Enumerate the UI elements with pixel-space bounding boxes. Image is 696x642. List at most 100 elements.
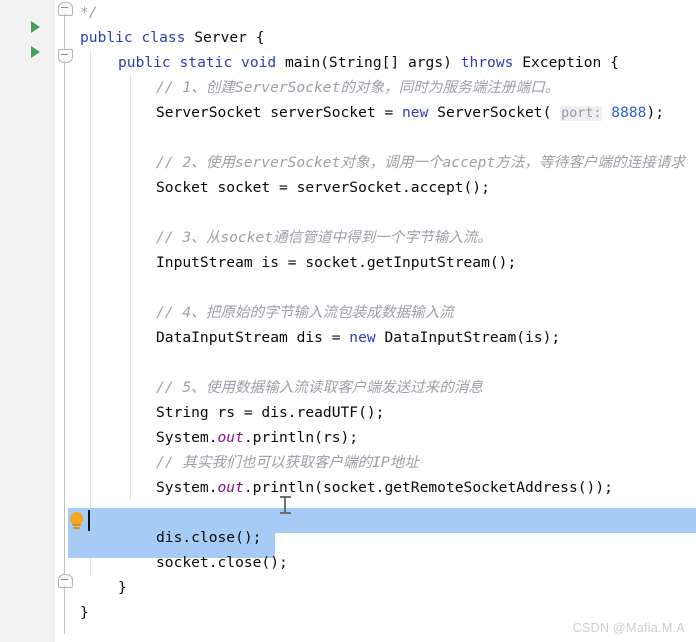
code-line-text: } — [118, 575, 127, 600]
token-cmt: // 2、使用serverSocket对象，调用一个accept方法，等待客户端… — [156, 154, 685, 171]
text-caret — [88, 510, 90, 531]
code-line-text: // 3、从socket通信管道中得到一个字节输入流。 — [156, 225, 492, 250]
code-line-text: // 其实我们也可以获取客户端的IP地址 — [156, 450, 419, 475]
code-line-text: ServerSocket serverSocket = new ServerSo… — [156, 100, 664, 126]
token-kw: new — [402, 104, 429, 121]
code-line[interactable]: socket.close(); — [80, 550, 696, 575]
token-kw: static — [179, 54, 233, 71]
token-kw: void — [241, 54, 277, 71]
fold-connector-top — [64, 14, 65, 49]
token-plain: String rs = dis.readUTF(); — [156, 404, 385, 421]
code-line-text: dis.close(); — [156, 525, 261, 550]
code-line[interactable]: dis.close(); — [80, 525, 696, 550]
token-cmt: */ — [80, 4, 98, 21]
code-editor[interactable]: */public class Server {public static voi… — [0, 0, 696, 642]
fold-connector-bottom — [64, 586, 65, 634]
run-main-method-arrow[interactable] — [31, 46, 40, 58]
token-cmt: // 3、从socket通信管道中得到一个字节输入流。 — [156, 229, 492, 246]
code-line[interactable]: // 1、创建ServerSocket的对象，同时为服务端注册端口。 — [80, 75, 696, 100]
code-line[interactable]: public static void main(String[] args) t… — [80, 50, 696, 75]
watermark: CSDN @Mafia.M.A — [572, 621, 685, 635]
code-line-text: public class Server { — [80, 25, 265, 50]
code-line-text: public static void main(String[] args) t… — [118, 50, 619, 75]
mouse-ibeam-cursor — [280, 496, 291, 514]
token-num: 8888 — [611, 104, 647, 121]
token-plain: } — [80, 604, 89, 621]
code-line[interactable]: ServerSocket serverSocket = new ServerSo… — [80, 100, 696, 125]
code-line[interactable]: */ — [80, 0, 696, 25]
token-plain: Exception { — [513, 54, 619, 71]
token-cmt: // 1、创建ServerSocket的对象，同时为服务端注册端口。 — [156, 79, 560, 96]
code-line[interactable] — [80, 125, 696, 150]
token-fld: out — [217, 479, 244, 496]
token-plain: DataInputStream dis = — [156, 329, 350, 346]
code-line-text: } — [80, 600, 89, 625]
code-line-text: // 1、创建ServerSocket的对象，同时为服务端注册端口。 — [156, 75, 559, 100]
token-cmt: // 其实我们也可以获取客户端的IP地址 — [156, 454, 419, 471]
token-kw: public — [80, 29, 133, 46]
code-line[interactable]: // 5、使用数据输入流读取客户端发送过来的消息 — [80, 375, 696, 400]
token-hint: port: — [560, 106, 603, 121]
code-content[interactable]: */public class Server {public static voi… — [80, 0, 696, 642]
code-line-text: System.out.println(socket.getRemoteSocke… — [156, 475, 613, 500]
code-line-text: // 4、把原始的字节输入流包装成数据输入流 — [156, 300, 454, 325]
fold-marker-method-start[interactable] — [58, 49, 73, 63]
code-line[interactable] — [80, 275, 696, 300]
code-line-text: Socket socket = serverSocket.accept(); — [156, 175, 490, 200]
code-line[interactable] — [80, 350, 696, 375]
token-cmt: // 4、把原始的字节输入流包装成数据输入流 — [156, 304, 454, 321]
token-kw: class — [141, 29, 186, 46]
token-fld: out — [217, 429, 244, 446]
token-plain: DataInputStream(is); — [375, 329, 561, 346]
code-line-text: // 2、使用serverSocket对象，调用一个accept方法，等待客户端… — [156, 150, 685, 175]
code-line[interactable]: DataInputStream dis = new DataInputStrea… — [80, 325, 696, 350]
token-plain: System. — [156, 429, 218, 446]
token-plain: dis.close(); — [156, 529, 262, 546]
code-line[interactable]: // 2、使用serverSocket对象，调用一个accept方法，等待客户端… — [80, 150, 696, 175]
token-plain: .println(rs); — [243, 429, 359, 446]
run-class-arrow[interactable] — [31, 21, 40, 33]
fold-marker-comment-end[interactable] — [58, 2, 73, 16]
fold-marker-method-end[interactable] — [58, 574, 73, 588]
token-kw: public — [118, 54, 171, 71]
editor-gutter[interactable] — [0, 0, 55, 642]
token-plain: ServerSocket serverSocket = — [156, 104, 403, 121]
code-line[interactable]: // 4、把原始的字节输入流包装成数据输入流 — [80, 300, 696, 325]
code-line-text: socket.close(); — [156, 550, 288, 575]
code-line-text: String rs = dis.readUTF(); — [156, 400, 384, 425]
token-plain: Server { — [185, 29, 265, 46]
code-line-text: System.out.println(rs); — [156, 425, 358, 450]
token-plain: ); — [646, 104, 665, 121]
token-cmt: // 5、使用数据输入流读取客户端发送过来的消息 — [156, 379, 484, 396]
token-kw: new — [349, 329, 376, 346]
code-line[interactable]: System.out.println(rs); — [80, 425, 696, 450]
token-plain: .println(socket.getRemoteSocketAddress()… — [243, 479, 613, 496]
code-line-text: */ — [80, 0, 98, 25]
code-line-text: InputStream is = socket.getInputStream()… — [156, 250, 516, 275]
token-plain: main(String[] args) — [276, 54, 461, 71]
token-plain: socket.close(); — [156, 554, 288, 571]
token-kw: throws — [460, 54, 514, 71]
code-line[interactable] — [80, 200, 696, 225]
code-line[interactable] — [80, 500, 696, 525]
code-line-text: DataInputStream dis = new DataInputStrea… — [156, 325, 560, 350]
token-plain: ServerSocket( — [428, 104, 561, 121]
token-plain: Socket socket = serverSocket.accept(); — [156, 179, 490, 196]
code-line[interactable]: // 其实我们也可以获取客户端的IP地址 — [80, 450, 696, 475]
token-plain: } — [118, 579, 127, 596]
code-line[interactable]: System.out.println(socket.getRemoteSocke… — [80, 475, 696, 500]
code-line-text: // 5、使用数据输入流读取客户端发送过来的消息 — [156, 375, 483, 400]
code-line[interactable]: Socket socket = serverSocket.accept(); — [80, 175, 696, 200]
lightbulb-icon[interactable] — [67, 512, 87, 532]
code-line[interactable]: // 3、从socket通信管道中得到一个字节输入流。 — [80, 225, 696, 250]
code-line[interactable]: } — [80, 575, 696, 600]
code-line[interactable]: String rs = dis.readUTF(); — [80, 400, 696, 425]
code-line[interactable]: public class Server { — [80, 25, 696, 50]
code-line[interactable]: InputStream is = socket.getInputStream()… — [80, 250, 696, 275]
fold-connector-body — [64, 61, 65, 574]
token-plain: System. — [156, 479, 218, 496]
